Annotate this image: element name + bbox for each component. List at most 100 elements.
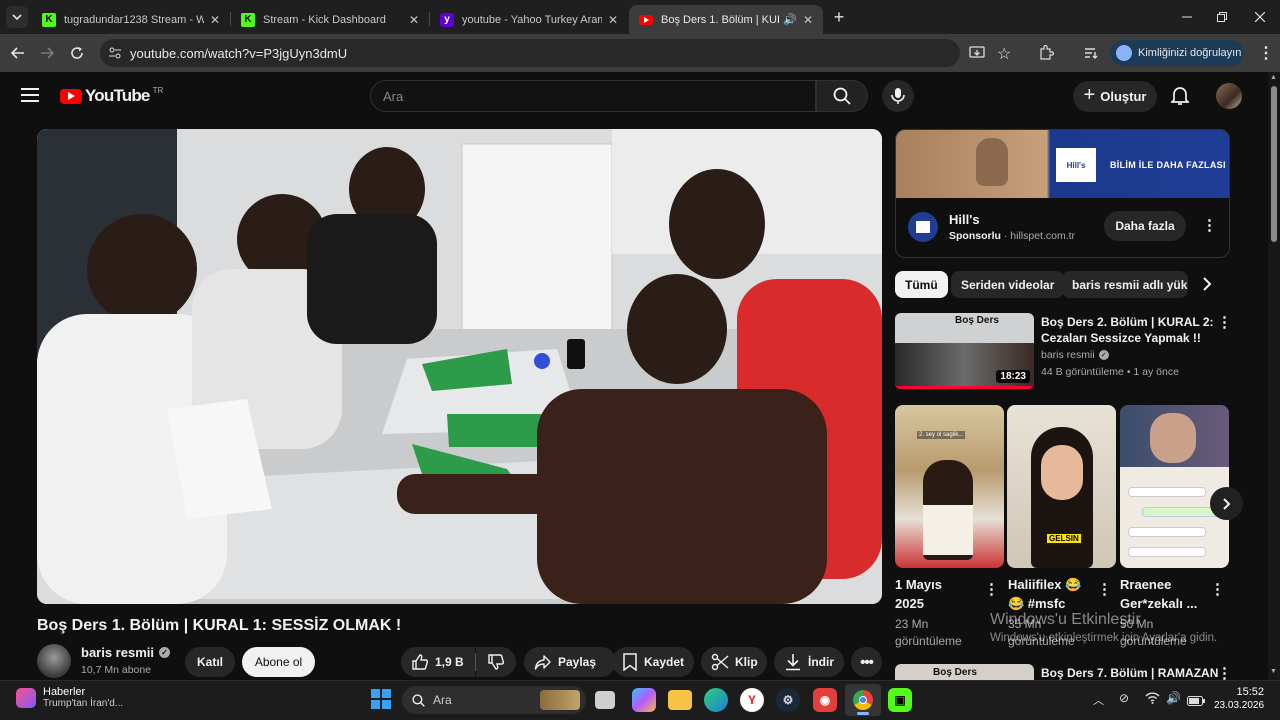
- youtube-logo[interactable]: YouTube TR: [60, 86, 163, 106]
- taskbar-search-box[interactable]: Ara: [402, 686, 586, 714]
- verified-check-icon: ✓: [1098, 350, 1109, 360]
- windows-start-icon[interactable]: [371, 689, 391, 714]
- ad-banner-text: BİLİM İLE DAHA FAZLASI: [1110, 160, 1226, 170]
- search-button[interactable]: [816, 80, 868, 112]
- more-vertical-icon[interactable]: ⋮: [1210, 580, 1225, 598]
- voice-search-button[interactable]: [882, 80, 914, 112]
- news-widget[interactable]: Haberler Trump'tan İran'd...: [16, 686, 123, 709]
- like-button[interactable]: 1,9 B: [401, 647, 475, 677]
- more-vertical-icon[interactable]: ⋮: [1097, 580, 1112, 598]
- chrome-taskbar-button[interactable]: [845, 684, 881, 716]
- channel-avatar[interactable]: [37, 644, 71, 678]
- verify-identity-button[interactable]: Kimliğinizi doğrulayın: [1110, 40, 1244, 66]
- speaker-icon[interactable]: 🔊: [783, 13, 797, 26]
- chip-channel-uploads[interactable]: baris resmii adlı yükle: [1062, 271, 1188, 298]
- close-icon[interactable]: ✕: [608, 13, 618, 27]
- share-button[interactable]: Paylaş: [524, 647, 616, 677]
- clip-button[interactable]: Klip: [701, 647, 767, 677]
- close-icon[interactable]: ✕: [803, 13, 813, 27]
- kick-icon: K: [42, 12, 56, 27]
- close-icon[interactable]: ✕: [409, 13, 419, 27]
- like-count: 1,9 B: [435, 655, 464, 669]
- wifi-icon[interactable]: [1145, 691, 1160, 709]
- recommendation-card[interactable]: Boş Ders 18:23 Boş Ders 2. Bölüm | KURAL…: [895, 313, 1232, 393]
- ad-banner[interactable]: Hill's BİLİM İLE DAHA FAZLASI: [896, 130, 1229, 198]
- vpn-icon[interactable]: ⊘: [1119, 691, 1129, 705]
- app-red-icon[interactable]: ◉: [813, 688, 837, 712]
- scroll-up-icon[interactable]: ▲: [1270, 74, 1277, 81]
- clock-time: 15:52: [1236, 686, 1264, 698]
- yandex-browser-icon[interactable]: Y: [740, 688, 764, 712]
- restore-button[interactable]: [1211, 6, 1233, 28]
- ad-cta-button[interactable]: Daha fazla: [1104, 211, 1186, 241]
- edge-icon[interactable]: [704, 688, 728, 712]
- search-box[interactable]: Ara: [370, 80, 816, 112]
- kick-app-icon[interactable]: ▣: [888, 688, 912, 712]
- scrollbar-thumb[interactable]: [1271, 86, 1277, 242]
- hamburger-menu-icon[interactable]: [21, 88, 39, 107]
- page-scrollbar[interactable]: ▲ ▼: [1268, 72, 1280, 680]
- account-avatar[interactable]: [1216, 83, 1242, 109]
- create-button[interactable]: + Oluştur: [1073, 81, 1157, 112]
- video-player[interactable]: [37, 129, 882, 604]
- view-count: 44 B görüntüleme: [1041, 366, 1124, 378]
- tab-title: Boş Ders 1. Bölüm | KURAL: [661, 13, 779, 26]
- subscribe-button[interactable]: Abone ol: [242, 647, 315, 677]
- file-explorer-icon[interactable]: [668, 690, 692, 710]
- browser-tab-2[interactable]: K Stream - Kick Dashboard ✕: [231, 5, 429, 34]
- recommendation-card[interactable]: Boş Ders Boş Ders 7. Bölüm | RAMAZAN ⋮: [895, 664, 1230, 680]
- browser-tab-4-active[interactable]: Boş Ders 1. Bölüm | KURAL 🔊 ✕: [629, 5, 823, 34]
- youtube-wordmark: YouTube: [85, 86, 150, 105]
- more-vertical-icon[interactable]: ⋮: [984, 580, 999, 598]
- shorts-next-button[interactable]: [1210, 487, 1243, 520]
- reload-button[interactable]: [66, 42, 88, 64]
- bookmark-star-icon[interactable]: ☆: [997, 44, 1011, 64]
- video-thumbnail[interactable]: Boş Ders: [895, 664, 1034, 680]
- short-caption: 2. sey ol saglik...: [917, 431, 966, 439]
- new-tab-button[interactable]: +: [828, 6, 850, 28]
- copilot-icon[interactable]: [632, 688, 656, 712]
- join-button[interactable]: Katıl: [185, 647, 235, 677]
- sponsored-ad-card[interactable]: Hill's BİLİM İLE DAHA FAZLASI Hill's Spo…: [895, 129, 1230, 258]
- tray-chevron-up-icon[interactable]: ︿: [1093, 692, 1104, 708]
- tab-search-button[interactable]: [6, 6, 28, 28]
- scroll-down-icon[interactable]: ▼: [1270, 668, 1277, 675]
- short-thumbnail-2[interactable]: GELSIN: [1007, 405, 1116, 568]
- close-window-button[interactable]: [1249, 6, 1271, 28]
- clock[interactable]: 15:52 23.03.2026: [1214, 686, 1264, 711]
- dislike-button[interactable]: [476, 647, 516, 677]
- more-vertical-icon[interactable]: ⋮: [1217, 313, 1232, 331]
- clock-date: 23.03.2026: [1214, 700, 1265, 711]
- browser-tab-3[interactable]: y youtube - Yahoo Turkey Arama ✕: [430, 5, 628, 34]
- channel-name[interactable]: baris resmii ✓: [81, 645, 170, 660]
- more-vertical-icon[interactable]: ⋮: [1217, 664, 1230, 680]
- reading-list-icon[interactable]: [1083, 45, 1099, 66]
- forward-button[interactable]: [36, 42, 58, 64]
- save-button[interactable]: Kaydet: [612, 647, 694, 677]
- notifications-bell-icon[interactable]: [1169, 86, 1191, 111]
- video-thumbnail[interactable]: Boş Ders 18:23: [895, 313, 1034, 389]
- tab-title: tugradundar1238 Stream - Watch: [64, 13, 204, 26]
- close-icon[interactable]: ✕: [210, 13, 220, 27]
- short-thumbnail-3[interactable]: [1120, 405, 1229, 568]
- site-info-icon[interactable]: [108, 46, 122, 65]
- download-button[interactable]: İndir: [774, 647, 844, 677]
- active-indicator: [857, 712, 869, 715]
- chevron-right-icon[interactable]: [1202, 276, 1212, 297]
- back-button[interactable]: [7, 42, 29, 64]
- extensions-icon[interactable]: [1038, 44, 1055, 66]
- volume-icon[interactable]: 🔊: [1166, 691, 1181, 705]
- more-actions-button[interactable]: •••: [851, 647, 882, 677]
- short-thumbnail-1[interactable]: 2. sey ol saglik...: [895, 405, 1004, 568]
- install-app-icon[interactable]: [969, 45, 985, 66]
- ad-more-icon[interactable]: ⋮: [1202, 216, 1217, 234]
- browser-menu-icon[interactable]: ⋮: [1258, 43, 1274, 63]
- steam-icon[interactable]: ⚙: [776, 688, 800, 712]
- ad-cta-label: Daha fazla: [1115, 219, 1175, 233]
- battery-icon[interactable]: [1187, 693, 1205, 711]
- browser-tab-1[interactable]: K tugradundar1238 Stream - Watch ✕: [32, 5, 230, 34]
- chip-all[interactable]: Tümü: [895, 271, 948, 298]
- minimize-button[interactable]: [1176, 6, 1198, 28]
- task-view-icon[interactable]: [595, 691, 615, 709]
- chip-series-videos[interactable]: Seriden videolar: [951, 271, 1065, 298]
